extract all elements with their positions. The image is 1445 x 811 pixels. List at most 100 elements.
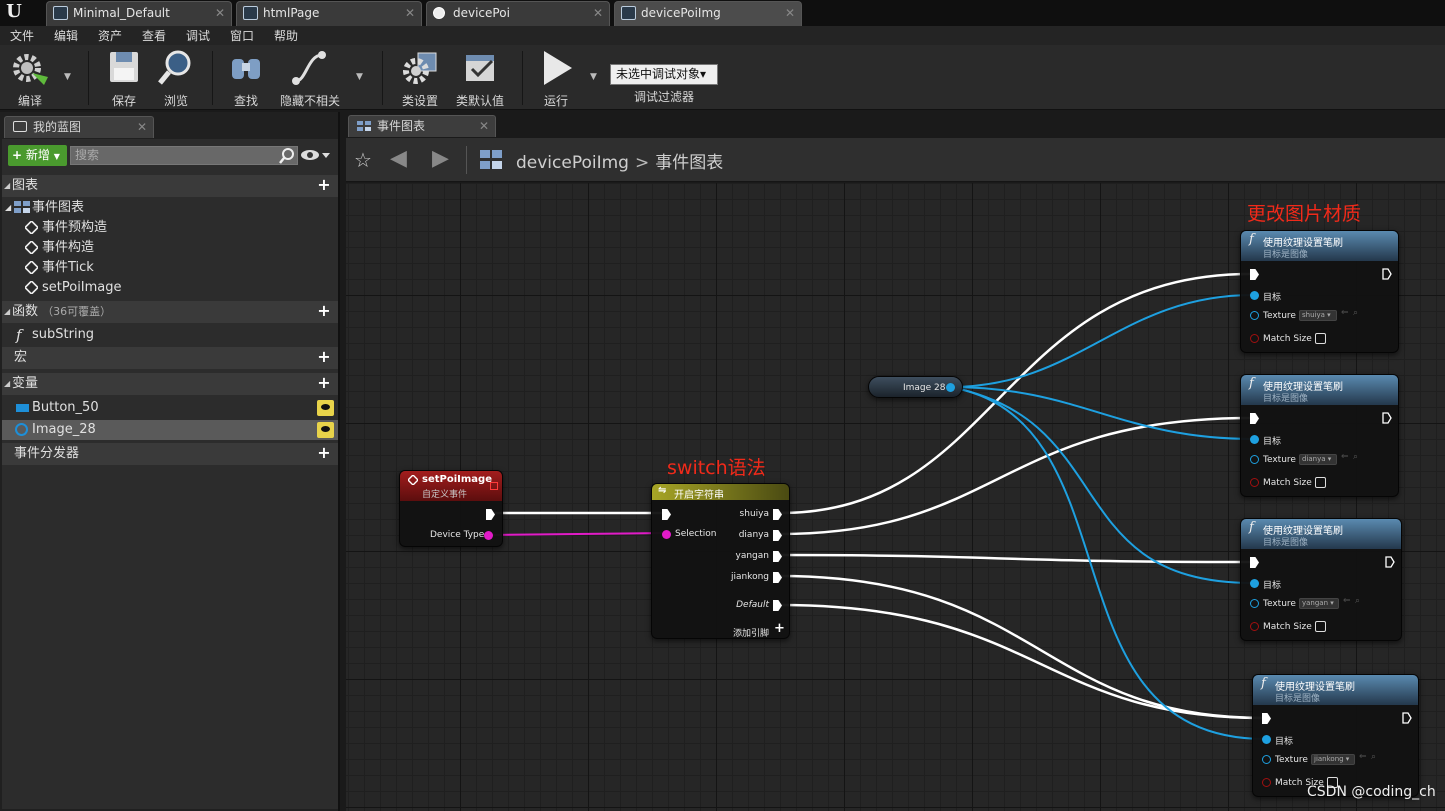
texture-pin[interactable] — [1250, 311, 1259, 320]
tree-item-event-graph[interactable]: ◢ 事件图表 — [2, 198, 338, 218]
texture-asset-dropdown[interactable]: jiankong ▾ — [1311, 754, 1355, 765]
exec-input-pin[interactable] — [662, 509, 671, 520]
texture-pin[interactable] — [1262, 755, 1271, 764]
menu-asset[interactable]: 资产 — [98, 27, 122, 44]
class-settings-button[interactable]: 类设置 — [392, 49, 448, 108]
menu-debug[interactable]: 调试 — [186, 27, 210, 44]
match-size-pin[interactable] — [1250, 334, 1259, 343]
set-brush-from-texture-node-dianya[interactable]: f 使用纹理设置笔刷 目标是图像 目标 Texture dianya ▾ ⇐ ⌕… — [1240, 374, 1399, 497]
exec-input-pin[interactable] — [1250, 557, 1259, 568]
add-new-button[interactable]: + 新增 ▼ — [8, 145, 67, 166]
delegate-pin-icon[interactable] — [490, 482, 498, 490]
close-icon[interactable]: ✕ — [479, 116, 489, 136]
target-pin[interactable] — [1250, 435, 1259, 444]
texture-asset-dropdown[interactable]: dianya ▾ — [1299, 454, 1337, 465]
add-function-plus-icon[interactable]: + — [316, 303, 332, 320]
save-button[interactable]: 保存 — [96, 49, 152, 108]
use-selected-arrow-icon[interactable]: ⇐ — [1341, 452, 1349, 462]
favorite-star-icon[interactable]: ☆ — [354, 148, 372, 172]
run-options-chevron-icon[interactable]: ▼ — [590, 72, 600, 82]
exec-output-pin[interactable] — [773, 551, 782, 562]
section-graphs[interactable]: ◢ 图表 + — [2, 175, 338, 197]
compile-button[interactable]: 编译 — [2, 49, 58, 108]
browse-asset-search-icon[interactable]: ⌕ — [1355, 596, 1360, 606]
texture-pin[interactable] — [1250, 599, 1259, 608]
tree-item-substring[interactable]: f subString — [2, 325, 338, 345]
tree-item-set-poi-image[interactable]: setPoiImage — [2, 278, 338, 298]
debug-object-select[interactable]: 未选中调试对象▾ — [610, 64, 718, 85]
compile-options-chevron-icon[interactable]: ▼ — [64, 72, 74, 82]
visibility-eye-icon[interactable] — [317, 400, 334, 416]
exec-output-pin[interactable] — [773, 530, 782, 541]
set-brush-from-texture-node-jiankong[interactable]: f 使用纹理设置笔刷 目标是图像 目标 Texture jiankong ▾ ⇐… — [1252, 674, 1419, 797]
match-size-checkbox[interactable] — [1315, 621, 1326, 632]
image-output-pin[interactable] — [946, 383, 955, 392]
target-pin[interactable] — [1250, 291, 1259, 300]
find-button[interactable]: 查找 — [218, 49, 274, 108]
match-size-pin[interactable] — [1250, 478, 1259, 487]
close-icon[interactable]: ✕ — [593, 2, 603, 24]
device-type-pin[interactable] — [484, 531, 493, 540]
section-functions[interactable]: ◢ 函数 （36可覆盖） + — [2, 301, 338, 323]
forward-arrow-icon[interactable]: ▶ — [432, 146, 449, 171]
exec-output-pin[interactable] — [1382, 268, 1392, 280]
exec-output-pin[interactable] — [1402, 712, 1412, 724]
match-size-checkbox[interactable] — [1315, 477, 1326, 488]
tab-event-graph[interactable]: 事件图表 ✕ — [348, 115, 496, 137]
use-selected-arrow-icon[interactable]: ⇐ — [1341, 308, 1349, 318]
tree-item-event-tick[interactable]: 事件Tick — [2, 258, 338, 278]
tab-htmlpage[interactable]: htmlPage ✕ — [236, 1, 422, 26]
match-size-pin[interactable] — [1250, 622, 1259, 631]
switch-on-string-node[interactable]: ⇋ 开启字符串 Selection shuiya dianya yangan j… — [651, 483, 790, 639]
close-icon[interactable]: ✕ — [137, 117, 147, 137]
tree-item-event-construct[interactable]: 事件构造 — [2, 238, 338, 258]
tree-item-event-preconstruct[interactable]: 事件预构造 — [2, 218, 338, 238]
add-pin-plus-icon[interactable]: + — [774, 621, 785, 636]
selection-pin[interactable] — [662, 530, 671, 539]
target-pin[interactable] — [1262, 735, 1271, 744]
view-options-eye-icon[interactable] — [300, 147, 334, 163]
match-size-checkbox[interactable] — [1315, 333, 1326, 344]
add-dispatcher-plus-icon[interactable]: + — [316, 445, 332, 462]
match-size-pin[interactable] — [1262, 778, 1271, 787]
add-variable-plus-icon[interactable]: + — [316, 375, 332, 392]
menu-window[interactable]: 窗口 — [230, 27, 254, 44]
menu-edit[interactable]: 编辑 — [54, 27, 78, 44]
browse-asset-search-icon[interactable]: ⌕ — [1353, 452, 1358, 462]
class-defaults-button[interactable]: 类默认值 — [452, 49, 508, 108]
add-macro-plus-icon[interactable]: + — [316, 349, 332, 366]
tab-devicepoi[interactable]: devicePoi ✕ — [426, 1, 610, 26]
section-variables[interactable]: ◢ 变量 + — [2, 373, 338, 395]
search-icon[interactable] — [278, 147, 296, 165]
tab-minimal-default[interactable]: Minimal_Default ✕ — [46, 1, 232, 26]
image-28-variable-node[interactable]: Image 28 — [868, 376, 963, 398]
browse-button[interactable]: 浏览 — [148, 49, 204, 108]
exec-output-pin[interactable] — [1382, 412, 1392, 424]
set-brush-from-texture-node-yangan[interactable]: f 使用纹理设置笔刷 目标是图像 目标 Texture yangan ▾ ⇐ ⌕… — [1240, 518, 1402, 641]
add-pin-label[interactable]: 添加引脚 — [733, 626, 769, 639]
hide-unrelated-button[interactable]: 隐藏不相关 — [276, 49, 344, 108]
tab-my-blueprint[interactable]: 我的蓝图 ✕ — [4, 116, 154, 138]
hide-unrelated-chevron-icon[interactable]: ▼ — [356, 72, 366, 82]
exec-output-pin[interactable] — [773, 572, 782, 583]
exec-output-pin[interactable] — [1385, 556, 1395, 568]
browse-asset-search-icon[interactable]: ⌕ — [1353, 308, 1358, 318]
texture-asset-dropdown[interactable]: shuiya ▾ — [1299, 310, 1337, 321]
back-arrow-icon[interactable]: ◀ — [390, 146, 407, 171]
target-pin[interactable] — [1250, 579, 1259, 588]
menu-view[interactable]: 查看 — [142, 27, 166, 44]
browse-asset-search-icon[interactable]: ⌕ — [1371, 752, 1376, 762]
texture-asset-dropdown[interactable]: yangan ▾ — [1299, 598, 1339, 609]
tree-item-button-50[interactable]: Button_50 — [2, 398, 338, 418]
exec-output-pin[interactable] — [773, 509, 782, 520]
exec-input-pin[interactable] — [1250, 413, 1259, 424]
close-icon[interactable]: ✕ — [405, 2, 415, 24]
exec-input-pin[interactable] — [1262, 713, 1271, 724]
use-selected-arrow-icon[interactable]: ⇐ — [1343, 596, 1351, 606]
search-input[interactable]: 搜索 — [70, 146, 298, 165]
menu-file[interactable]: 文件 — [10, 27, 34, 44]
exec-input-pin[interactable] — [1250, 269, 1259, 280]
exec-output-pin[interactable] — [773, 600, 782, 611]
add-graph-plus-icon[interactable]: + — [316, 177, 332, 194]
menu-help[interactable]: 帮助 — [274, 27, 298, 44]
